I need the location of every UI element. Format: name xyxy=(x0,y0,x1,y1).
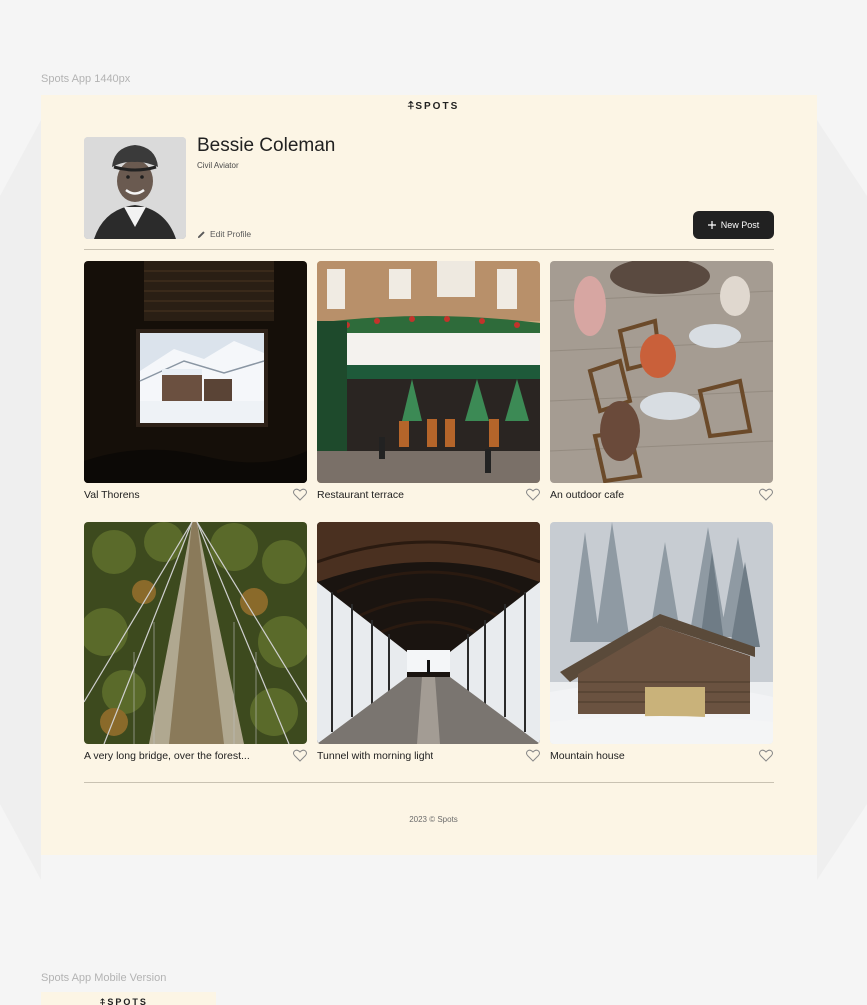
card-image[interactable] xyxy=(550,261,773,483)
card: Val Thorens xyxy=(84,261,307,505)
card-image[interactable] xyxy=(317,522,540,744)
desktop-frame-label: Spots App 1440px xyxy=(41,73,131,85)
logo[interactable]: ⍏SPOTS xyxy=(0,100,867,113)
heart-icon[interactable] xyxy=(759,749,773,762)
background-shape-left xyxy=(0,120,41,880)
profile-divider xyxy=(84,249,774,250)
card-title: A very long bridge, over the forest... xyxy=(84,750,250,762)
new-post-label: New Post xyxy=(720,220,760,230)
avatar xyxy=(84,137,186,239)
heart-icon[interactable] xyxy=(526,488,540,501)
profile-role: Civil Aviator xyxy=(197,161,239,170)
edit-profile-label: Edit Profile xyxy=(210,229,252,239)
mobile-frame-label: Spots App Mobile Version xyxy=(41,972,167,984)
logo-text: SPOTS xyxy=(415,101,460,112)
card-image[interactable] xyxy=(317,261,540,483)
card-title: An outdoor cafe xyxy=(550,489,625,501)
mobile-logo[interactable]: ⍏SPOTS xyxy=(100,997,148,1005)
card-image[interactable] xyxy=(550,522,773,744)
card-image[interactable] xyxy=(84,522,307,744)
card-title: Mountain house xyxy=(550,750,625,762)
pencil-icon xyxy=(197,230,205,238)
card: Restaurant terrace xyxy=(317,261,540,505)
card-image[interactable] xyxy=(84,261,307,483)
profile-name: Bessie Coleman xyxy=(197,135,336,156)
heart-icon[interactable] xyxy=(293,749,307,762)
edit-profile-button[interactable]: Edit Profile xyxy=(197,229,251,239)
card: A very long bridge, over the forest... xyxy=(84,522,307,766)
new-post-button[interactable]: New Post xyxy=(693,211,774,239)
heart-icon[interactable] xyxy=(526,749,540,762)
mobile-logo-text: SPOTS xyxy=(107,997,148,1005)
footer-divider xyxy=(84,782,774,783)
card: An outdoor cafe xyxy=(550,261,773,505)
heart-icon[interactable] xyxy=(759,488,773,501)
card-title: Val Thorens xyxy=(84,489,140,501)
footer-copyright: 2023 © Spots xyxy=(409,815,458,824)
card-title: Restaurant terrace xyxy=(317,489,404,501)
card-title: Tunnel with morning light xyxy=(317,750,434,762)
logo-icon: ⍏ xyxy=(407,100,415,112)
plus-icon xyxy=(707,221,716,229)
background-shape-right xyxy=(817,120,867,880)
heart-icon[interactable] xyxy=(293,488,307,501)
card: Tunnel with morning light xyxy=(317,522,540,766)
card: Mountain house xyxy=(550,522,773,766)
